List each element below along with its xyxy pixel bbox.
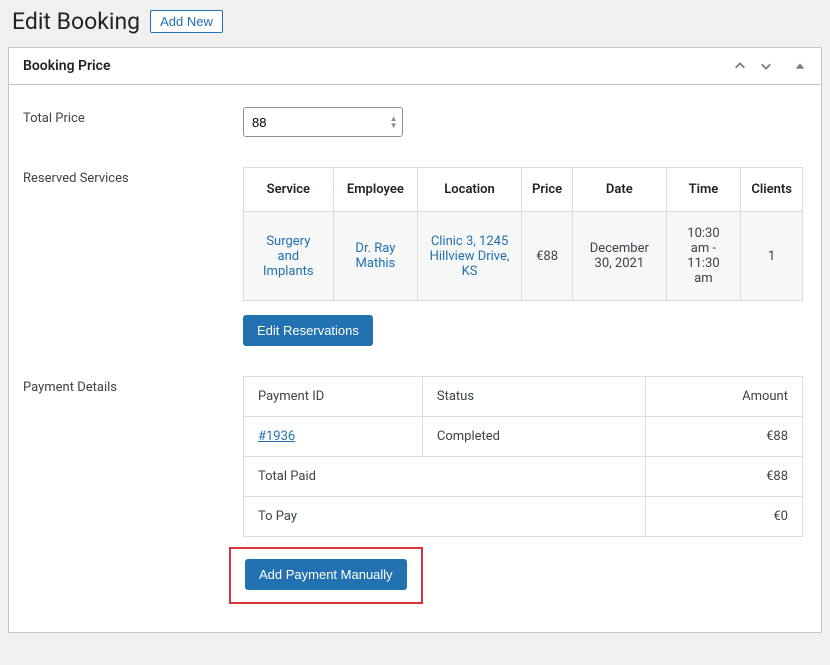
time-cell: 10:30 am - 11:30 am — [666, 212, 741, 301]
employee-link[interactable]: Dr. Ray Mathis — [355, 241, 395, 271]
move-up-icon[interactable] — [733, 59, 747, 73]
clients-cell: 1 — [741, 212, 803, 301]
location-link[interactable]: Clinic 3, 1245 Hillview Drive, KS — [430, 234, 510, 279]
booking-price-panel: Booking Price Total Price ▲ ▼ — [8, 47, 822, 633]
to-pay-value: €0 — [646, 497, 803, 537]
service-link[interactable]: Surgery and Implants — [263, 234, 314, 279]
col-clients: Clients — [741, 168, 803, 212]
payment-details-table: Payment ID Status Amount #1936 Completed… — [243, 376, 803, 537]
col-status: Status — [422, 377, 646, 417]
reserved-services-table: Service Employee Location Price Date Tim… — [243, 167, 803, 301]
col-service: Service — [244, 168, 334, 212]
add-new-button[interactable]: Add New — [150, 10, 223, 33]
col-price: Price — [521, 168, 572, 212]
edit-reservations-button[interactable]: Edit Reservations — [243, 315, 373, 346]
payment-row: #1936 Completed €88 — [244, 417, 803, 457]
move-down-icon[interactable] — [759, 59, 773, 73]
col-employee: Employee — [333, 168, 417, 212]
total-price-label: Total Price — [23, 107, 243, 126]
col-payment-id: Payment ID — [244, 377, 423, 417]
col-amount: Amount — [646, 377, 803, 417]
payment-status: Completed — [422, 417, 646, 457]
price-cell: €88 — [521, 212, 572, 301]
page-title: Edit Booking — [12, 8, 140, 35]
date-cell: December 30, 2021 — [573, 212, 666, 301]
payment-id-link[interactable]: #1936 — [258, 429, 295, 444]
reserved-services-label: Reserved Services — [23, 167, 243, 186]
panel-title: Booking Price — [23, 58, 111, 74]
panel-header: Booking Price — [9, 48, 821, 85]
highlight-box: Add Payment Manually — [229, 547, 423, 604]
col-time: Time — [666, 168, 741, 212]
col-date: Date — [573, 168, 666, 212]
add-payment-manually-button[interactable]: Add Payment Manually — [245, 559, 407, 590]
stepper-down-icon[interactable]: ▼ — [390, 122, 398, 129]
total-paid-value: €88 — [646, 457, 803, 497]
table-row: Surgery and Implants Dr. Ray Mathis Clin… — [244, 212, 803, 301]
payment-details-label: Payment Details — [23, 376, 243, 395]
total-price-input[interactable] — [252, 115, 387, 130]
total-price-input-wrapper[interactable]: ▲ ▼ — [243, 107, 403, 137]
toggle-panel-icon[interactable] — [793, 59, 807, 73]
col-location: Location — [418, 168, 522, 212]
payment-amount: €88 — [646, 417, 803, 457]
to-pay-label: To Pay — [244, 497, 646, 537]
total-paid-label: Total Paid — [244, 457, 646, 497]
